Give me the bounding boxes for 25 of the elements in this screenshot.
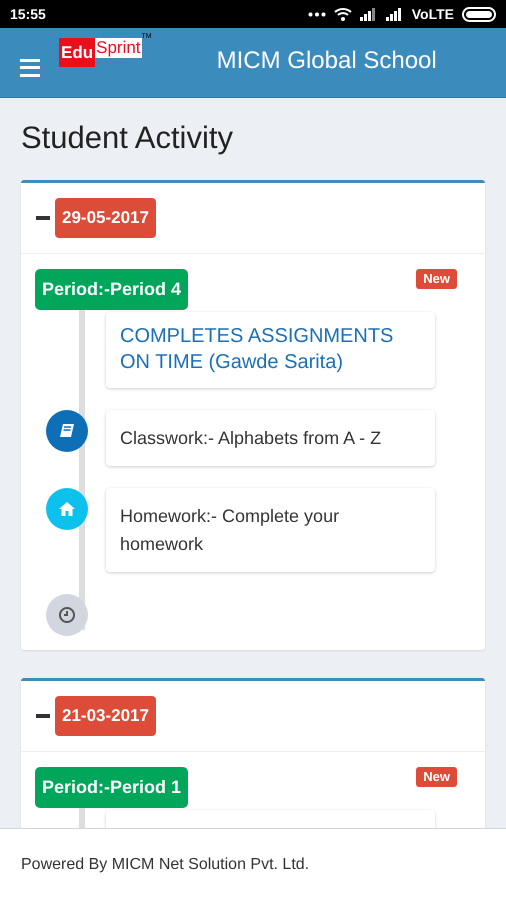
status-time: 15:55 [10, 4, 46, 24]
date-badge: 21-03-2017 [55, 696, 156, 736]
remark-text: COMPLETES ASSIGNMENTS ON TIME (Gawde Sarita) [120, 325, 394, 373]
classwork-text: Classwork:- Alphabets from A - Z [120, 428, 382, 448]
battery-icon [462, 6, 496, 22]
more-icon [308, 12, 326, 16]
signal-icon [360, 7, 378, 21]
network-label: VoLTE [412, 4, 454, 24]
period-badge: Period:-Period 1 [35, 767, 188, 808]
book-icon [46, 410, 88, 452]
page-title: Student Activity [21, 119, 234, 157]
home-icon [46, 488, 88, 530]
homework-text: Homework:- Complete your homework [120, 506, 340, 554]
clock-icon [46, 594, 88, 636]
footer-text: Powered By MICM Net Solution Pvt. Ltd. [21, 854, 310, 874]
wifi-icon [334, 7, 352, 21]
new-badge: New [416, 269, 457, 289]
menu-button[interactable] [20, 58, 40, 76]
new-badge: New [416, 767, 457, 787]
period-badge: Period:-Period 4 [35, 269, 188, 310]
date-badge: 29-05-2017 [55, 198, 156, 238]
signal-icon [386, 7, 404, 21]
school-name: MICM Global School [216, 46, 437, 76]
logo-sprint: Sprint [95, 38, 142, 58]
logo-edu: Edu [59, 38, 96, 67]
